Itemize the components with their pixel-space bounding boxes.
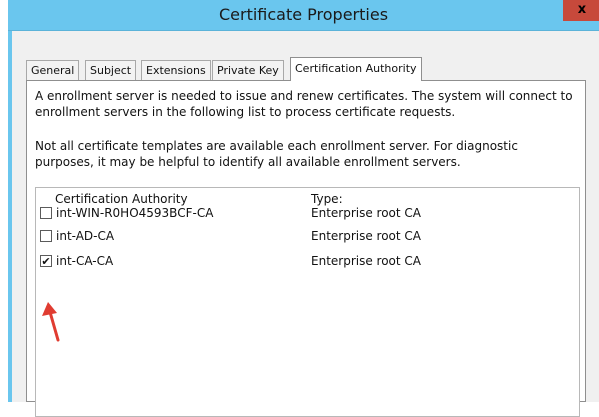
- ca-type: Enterprise root CA: [311, 254, 422, 268]
- column-header-type: Type:: [311, 192, 343, 206]
- tab-private-key[interactable]: Private Key: [212, 60, 284, 80]
- ca-name: int-CA-CA: [56, 254, 114, 268]
- tab-certification-authority[interactable]: Certification Authority: [290, 57, 422, 81]
- ca-type: Enterprise root CA: [311, 229, 422, 243]
- diagnostic-paragraph: Not all certificate templates are availa…: [35, 139, 518, 169]
- tab-general[interactable]: General: [26, 60, 80, 80]
- ca-list[interactable]: Certification Authority Type: int-WIN-R0…: [35, 187, 580, 417]
- certificate-properties-window: Certificate Properties x General Subject…: [8, 0, 599, 417]
- intro-paragraph: A enrollment server is needed to issue a…: [35, 89, 573, 119]
- column-header-ca: Certification Authority: [55, 192, 188, 206]
- ca-type: Enterprise root CA: [311, 206, 422, 220]
- tab-extensions[interactable]: Extensions: [141, 60, 211, 80]
- window-title: Certificate Properties: [218, 5, 389, 24]
- list-item[interactable]: int-WIN-R0HO4593BCF-CA Enterprise root C…: [36, 205, 579, 223]
- checkmark-icon: ✔: [41, 255, 51, 268]
- close-button[interactable]: x: [563, 0, 599, 21]
- tab-strip: General Subject Extensions Private Key C…: [26, 57, 586, 81]
- dialog-body: General Subject Extensions Private Key C…: [12, 31, 599, 417]
- ca-name: int-WIN-R0HO4593BCF-CA: [56, 206, 214, 220]
- ca-name: int-AD-CA: [56, 229, 115, 243]
- tab-panel: A enrollment server is needed to issue a…: [26, 80, 586, 417]
- annotation-arrow-icon: [42, 302, 60, 342]
- tab-subject[interactable]: Subject: [85, 60, 137, 80]
- ca-checkbox[interactable]: [40, 230, 52, 242]
- list-item[interactable]: ✔ int-CA-CA Enterprise root CA: [36, 253, 579, 271]
- ca-checkbox[interactable]: ✔: [40, 255, 52, 267]
- list-item[interactable]: int-AD-CA Enterprise root CA: [36, 228, 579, 246]
- ca-checkbox[interactable]: [40, 207, 52, 219]
- title-bar[interactable]: Certificate Properties x: [8, 0, 599, 31]
